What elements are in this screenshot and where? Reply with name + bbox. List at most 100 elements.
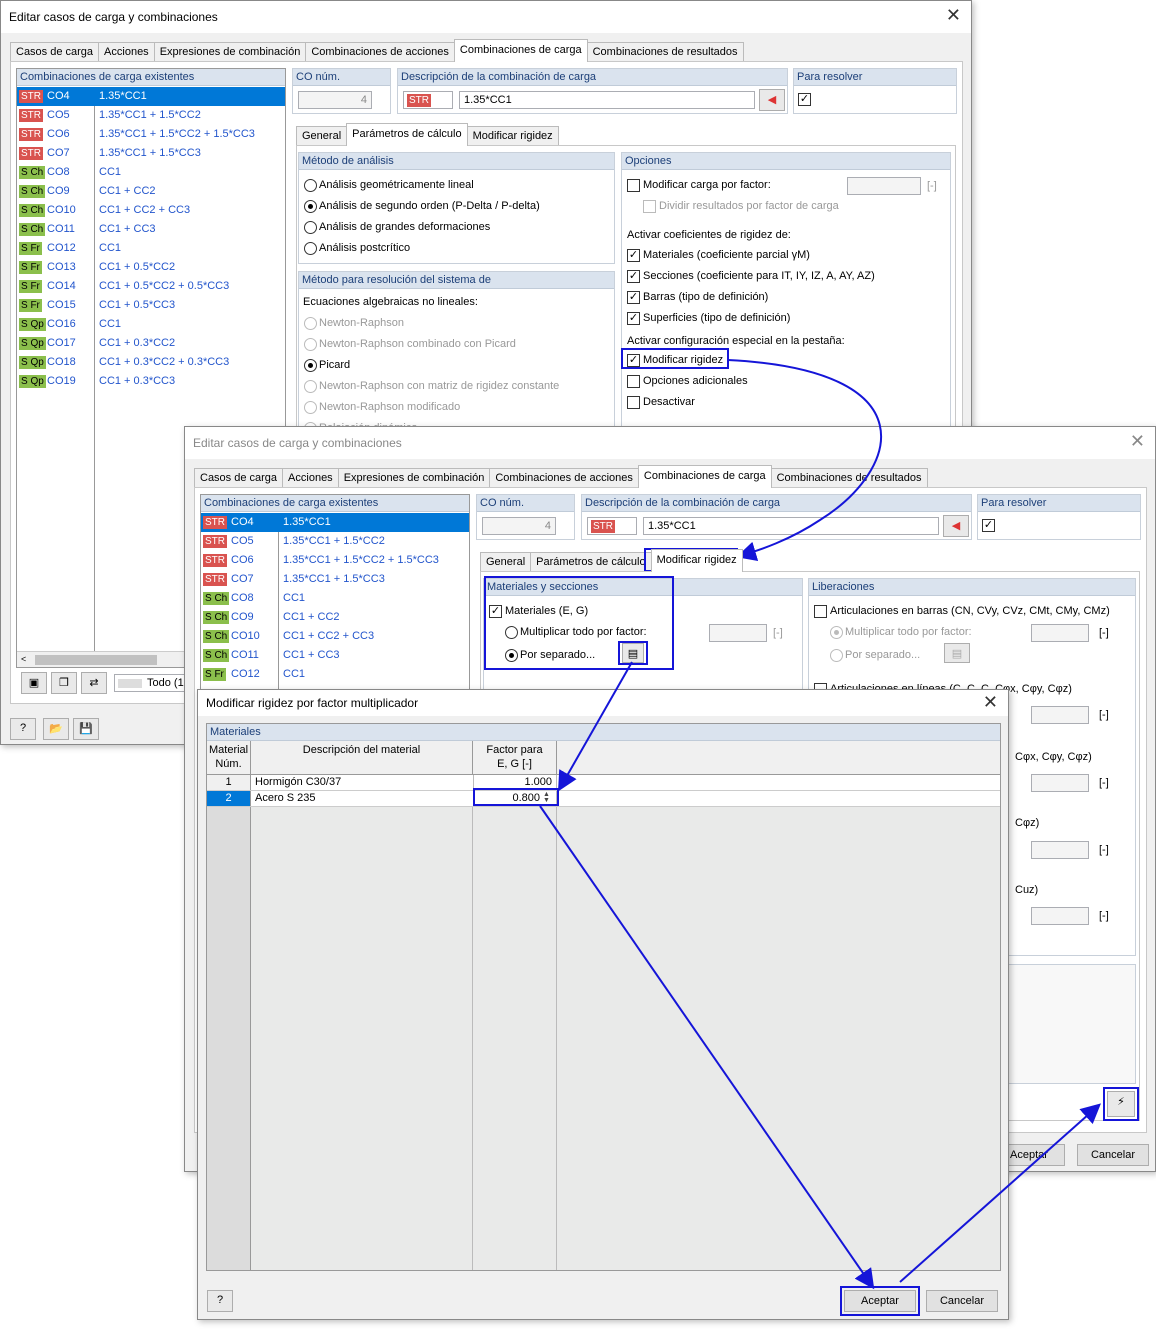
radio-picard[interactable] [304, 359, 317, 372]
tab-combinaciones-resultados[interactable]: Combinaciones de resultados [586, 42, 744, 62]
filter-select[interactable]: Todo (1 [114, 674, 194, 692]
mult-all-radio[interactable] [505, 626, 518, 639]
mid-subtab-general[interactable]: General [480, 552, 532, 572]
combo-row[interactable]: S Fr CO15 CC1 + 0.5*CC3 [17, 296, 285, 315]
help-icon[interactable]: ? [10, 718, 36, 740]
mid-desc-input[interactable]: 1.35*CC1 [643, 517, 939, 535]
divide-results-checkbox[interactable] [643, 200, 656, 213]
stiff-materials-checkbox[interactable]: ✓ [627, 249, 640, 262]
front-cancel-button[interactable]: Cancelar [926, 1290, 998, 1312]
additional-options-checkbox[interactable] [627, 375, 640, 388]
radio-newton-const[interactable] [304, 380, 317, 393]
modify-load-checkbox[interactable] [627, 179, 640, 192]
radio-newton[interactable] [304, 317, 317, 330]
mid-combo-list[interactable]: Combinaciones de carga existentes STR CO4… [200, 494, 470, 694]
combo-row[interactable]: S Fr CO12 CC1 [201, 665, 469, 684]
mid-subtab-modificar[interactable]: Modificar rigidez [650, 549, 743, 572]
materials-eg-checkbox[interactable]: ✓ [489, 605, 502, 618]
stiff-bars-checkbox[interactable]: ✓ [627, 291, 640, 304]
combo-row[interactable]: S Qp CO17 CC1 + 0.3*CC2 [17, 334, 285, 353]
material-row[interactable]: 1 Hormigón C30/37 1.000 [207, 775, 1000, 791]
new-combo-icon[interactable]: ▣ [21, 672, 47, 694]
combo-row[interactable]: STR CO4 1.35*CC1 [201, 513, 469, 532]
lib-mult-radio[interactable] [830, 626, 843, 639]
front-ok-button[interactable]: Aceptar [844, 1290, 916, 1312]
lib-edit-icon[interactable]: ▤ [944, 643, 970, 663]
tab-expresiones[interactable]: Expresiones de combinación [153, 42, 307, 62]
mid-tab-comb-carga[interactable]: Combinaciones de carga [637, 465, 772, 488]
open-icon[interactable]: 📂 [43, 718, 69, 740]
apply-icon[interactable]: ⚡ [1107, 1091, 1135, 1117]
combo-row[interactable]: S Qp CO18 CC1 + 0.3*CC2 + 0.3*CC3 [17, 353, 285, 372]
combo-row[interactable]: S Fr CO12 CC1 [17, 239, 285, 258]
copy-combo-icon[interactable]: ❐ [51, 672, 77, 694]
lib-mult-field[interactable] [1031, 624, 1089, 642]
mid-category-select[interactable]: STR [587, 517, 637, 535]
close-icon[interactable]: ✕ [946, 5, 961, 26]
combo-row[interactable]: STR CO7 1.35*CC1 + 1.5*CC3 [201, 570, 469, 589]
radio-linear[interactable] [304, 179, 317, 192]
mid-tab-comb-acciones[interactable]: Combinaciones de acciones [489, 468, 639, 488]
combo-row[interactable]: S Fr CO14 CC1 + 0.5*CC2 + 0.5*CC3 [17, 277, 285, 296]
front-close-icon[interactable]: ✕ [983, 692, 998, 713]
stiff-surfaces-checkbox[interactable]: ✓ [627, 312, 640, 325]
subtab-general[interactable]: General [296, 126, 348, 146]
combo-row[interactable]: S Ch CO10 CC1 + CC2 + CC3 [17, 201, 285, 220]
pick-icon[interactable]: ◀ [759, 89, 785, 111]
combo-row[interactable]: S Ch CO11 CC1 + CC3 [201, 646, 469, 665]
mult-all-field[interactable] [709, 624, 767, 642]
lib-field-4[interactable] [1031, 841, 1089, 859]
tab-acciones[interactable]: Acciones [98, 42, 155, 62]
load-factor-field[interactable] [847, 177, 921, 195]
combo-row[interactable]: STR CO6 1.35*CC1 + 1.5*CC2 + 1.5*CC3 [17, 125, 285, 144]
tab-casos-de-carga[interactable]: Casos de carga [10, 42, 100, 62]
modify-stiffness-checkbox[interactable]: ✓ [627, 354, 640, 367]
radio-large-def[interactable] [304, 221, 317, 234]
resolve-checkbox[interactable]: ✓ [798, 93, 811, 106]
lib-field-3[interactable] [1031, 774, 1089, 792]
tab-combinaciones-carga[interactable]: Combinaciones de carga [453, 39, 588, 62]
combo-row[interactable]: S Ch CO10 CC1 + CC2 + CC3 [201, 627, 469, 646]
mid-pick-icon[interactable]: ◀ [943, 515, 969, 537]
lib-field-2[interactable] [1031, 706, 1089, 724]
lib-field-5[interactable] [1031, 907, 1089, 925]
combo-row[interactable]: S Ch CO8 CC1 [17, 163, 285, 182]
bar-releases-checkbox[interactable] [814, 605, 827, 618]
combo-row[interactable]: STR CO5 1.35*CC1 + 1.5*CC2 [201, 532, 469, 551]
combo-row[interactable]: STR CO5 1.35*CC1 + 1.5*CC2 [17, 106, 285, 125]
tab-combinaciones-acciones[interactable]: Combinaciones de acciones [305, 42, 455, 62]
deactivate-checkbox[interactable] [627, 396, 640, 409]
combo-row[interactable]: S Ch CO9 CC1 + CC2 [17, 182, 285, 201]
combo-row[interactable]: STR CO4 1.35*CC1 [17, 87, 285, 106]
desc-input[interactable]: 1.35*CC1 [459, 91, 755, 109]
material-factor[interactable]: 1.000 [473, 775, 557, 790]
renumber-icon[interactable]: ⇄ [81, 672, 107, 694]
combo-row[interactable]: S Ch CO9 CC1 + CC2 [201, 608, 469, 627]
front-help-icon[interactable]: ? [207, 1290, 233, 1312]
radio-newton-mod[interactable] [304, 401, 317, 414]
radio-postcritical[interactable] [304, 242, 317, 255]
mid-tab-comb-resultados[interactable]: Combinaciones de resultados [770, 468, 928, 488]
category-select[interactable]: STR [403, 91, 453, 109]
mid-cancel-button[interactable]: Cancelar [1077, 1144, 1149, 1166]
edit-table-icon[interactable]: ▤ [622, 643, 644, 663]
save-icon[interactable]: 💾 [73, 718, 99, 740]
mid-close-icon[interactable]: ✕ [1130, 431, 1145, 452]
radio-second-order[interactable] [304, 200, 317, 213]
mid-subtab-parametros[interactable]: Parámetros de cálculo [530, 552, 652, 572]
combo-row[interactable]: S Fr CO13 CC1 + 0.5*CC2 [17, 258, 285, 277]
combo-row[interactable]: S Qp CO16 CC1 [17, 315, 285, 334]
mid-resolve-checkbox[interactable]: ✓ [982, 519, 995, 532]
lib-sep-radio[interactable] [830, 649, 843, 662]
combo-row[interactable]: S Qp CO19 CC1 + 0.3*CC3 [17, 372, 285, 391]
mid-tab-expresiones[interactable]: Expresiones de combinación [337, 468, 491, 488]
stiff-sections-checkbox[interactable]: ✓ [627, 270, 640, 283]
combo-row[interactable]: STR CO7 1.35*CC1 + 1.5*CC3 [17, 144, 285, 163]
combo-row[interactable]: STR CO6 1.35*CC1 + 1.5*CC2 + 1.5*CC3 [201, 551, 469, 570]
subtab-parametros[interactable]: Parámetros de cálculo [346, 123, 468, 146]
combo-row[interactable]: S Ch CO8 CC1 [201, 589, 469, 608]
separately-radio[interactable] [505, 649, 518, 662]
material-row[interactable]: 2 Acero S 235 0.800 ▲ ▼ [207, 791, 1000, 807]
mid-tab-acciones[interactable]: Acciones [282, 468, 339, 488]
radio-newton-picard[interactable] [304, 338, 317, 351]
